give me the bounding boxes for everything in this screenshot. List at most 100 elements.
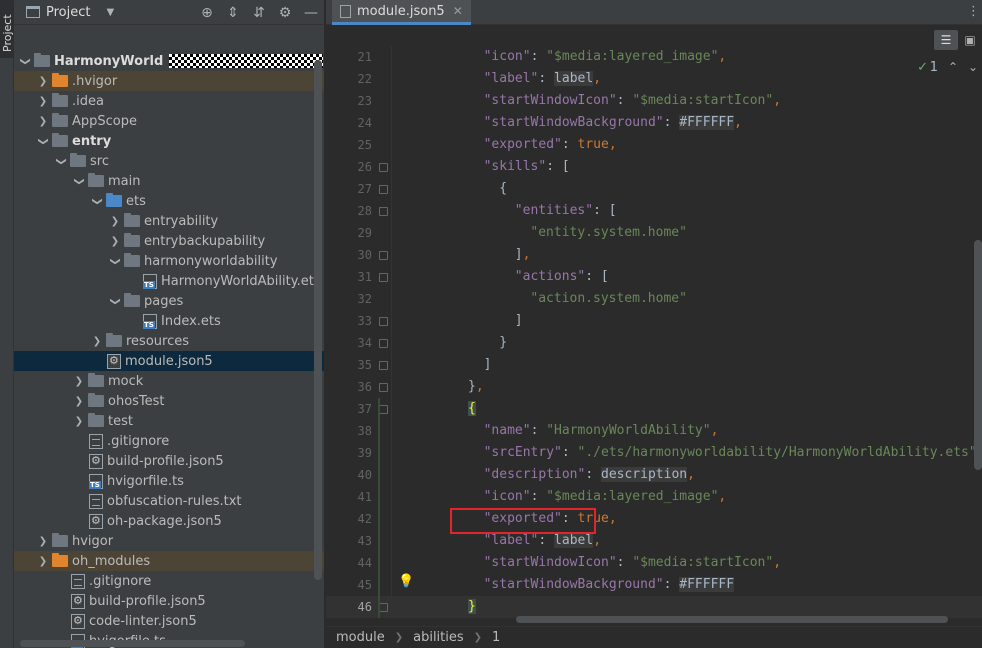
chevron-right-icon[interactable]: ❯ bbox=[36, 76, 50, 87]
chevron-down-icon[interactable]: ❯ bbox=[20, 54, 31, 68]
chevron-down-icon[interactable]: ❯ bbox=[92, 194, 103, 208]
code-line[interactable]: 34} bbox=[326, 332, 982, 354]
chevron-right-icon[interactable]: ❯ bbox=[36, 556, 50, 567]
tree-folder-item[interactable]: ❯ hvigor bbox=[14, 531, 324, 551]
project-tool-tab[interactable]: Project bbox=[0, 0, 14, 58]
chevron-right-icon[interactable]: ❯ bbox=[108, 236, 122, 247]
expand-all-icon[interactable]: ⇕ bbox=[220, 1, 246, 25]
code-line[interactable]: 39 "srcEntry": "./ets/harmonyworldability… bbox=[326, 442, 982, 464]
code-line[interactable]: 36}, bbox=[326, 376, 982, 398]
tree-folder-item[interactable]: ❯ HarmonyWorld bbox=[14, 51, 324, 71]
fold-marker-icon[interactable] bbox=[379, 251, 388, 260]
fold-marker-icon[interactable] bbox=[379, 383, 388, 392]
fold-marker-icon[interactable] bbox=[379, 405, 388, 414]
tree-folder-item[interactable]: ❯ pages bbox=[14, 291, 324, 311]
tree-folder-item[interactable]: ❯ oh_modules bbox=[14, 551, 324, 571]
chevron-right-icon[interactable]: ❯ bbox=[36, 536, 50, 547]
editor-vertical-scrollbar[interactable] bbox=[974, 240, 982, 470]
code-line[interactable]: 29 "entity.system.home" bbox=[326, 222, 982, 244]
chevron-up-icon[interactable]: ⌃ bbox=[948, 60, 958, 74]
code-line[interactable]: 24 "startWindowBackground": #FFFFFF, bbox=[326, 112, 982, 134]
tree-folder-item[interactable]: ❯ main bbox=[14, 171, 324, 191]
fold-marker-icon[interactable] bbox=[379, 339, 388, 348]
chevron-right-icon[interactable]: ❯ bbox=[72, 396, 86, 407]
code-line[interactable]: 22 "label": label, bbox=[326, 68, 982, 90]
tree-folder-item[interactable]: ❯ .hvigor bbox=[14, 71, 324, 91]
code-line[interactable]: 33] bbox=[326, 310, 982, 332]
collapse-all-icon[interactable]: ⇵ bbox=[246, 1, 272, 25]
chevron-right-icon[interactable]: ❯ bbox=[72, 376, 86, 387]
chevron-right-icon[interactable]: ❯ bbox=[72, 416, 86, 427]
breadcrumb-item[interactable]: 1 bbox=[492, 630, 500, 645]
chevron-down-icon[interactable]: ❯ bbox=[110, 254, 121, 268]
code-line[interactable]: 32 "action.system.home" bbox=[326, 288, 982, 310]
project-vertical-scrollbar[interactable] bbox=[314, 60, 322, 580]
more-vertical-icon[interactable]: ⋮ bbox=[967, 4, 980, 19]
tree-file-item[interactable]: Index.ets bbox=[14, 311, 324, 331]
tree-file-item[interactable]: .gitignore bbox=[14, 431, 324, 451]
code-line[interactable]: 30], bbox=[326, 244, 982, 266]
tree-file-item[interactable]: oh-package.json5 bbox=[14, 511, 324, 531]
inspection-count[interactable]: 1 bbox=[930, 60, 938, 75]
fold-marker-icon[interactable] bbox=[379, 317, 388, 326]
tree-file-item[interactable]: .gitignore bbox=[14, 571, 324, 591]
tree-folder-item[interactable]: ❯ mock bbox=[14, 371, 324, 391]
tree-file-item[interactable]: module.json5 bbox=[14, 351, 324, 371]
fold-marker-icon[interactable] bbox=[379, 273, 388, 282]
fold-marker-icon[interactable] bbox=[379, 603, 388, 612]
tree-file-item[interactable]: build-profile.json5 bbox=[14, 591, 324, 611]
tree-file-item[interactable]: hvigorfile.ts bbox=[14, 471, 324, 491]
tree-folder-item[interactable]: ❯ AppScope bbox=[14, 111, 324, 131]
tree-folder-item[interactable]: ❯ test bbox=[14, 411, 324, 431]
minimize-icon[interactable]: — bbox=[298, 1, 324, 25]
locate-icon[interactable]: ⊕ bbox=[194, 1, 220, 25]
tree-folder-item[interactable]: ❯ .idea bbox=[14, 91, 324, 111]
code-line[interactable]: 42 "exported": true, bbox=[326, 508, 982, 530]
code-line[interactable]: 40 "description": description, bbox=[326, 464, 982, 486]
code-line[interactable]: 45 "startWindowBackground": #FFFFFF bbox=[326, 574, 982, 596]
lightbulb-icon[interactable]: 💡 bbox=[398, 574, 414, 589]
tree-folder-item[interactable]: ❯ harmonyworldability bbox=[14, 251, 324, 271]
gear-icon[interactable]: ⚙ bbox=[272, 1, 298, 25]
fold-marker-icon[interactable] bbox=[379, 207, 388, 216]
tree-folder-item[interactable]: ❯ resources bbox=[14, 331, 324, 351]
code-line[interactable]: 27 { bbox=[326, 178, 982, 200]
close-icon[interactable]: ✕ bbox=[453, 4, 463, 18]
code-area[interactable]: 21 "icon": "$media:layered_image", 22 "labe… bbox=[326, 46, 982, 626]
chevron-right-icon[interactable]: ❯ bbox=[90, 336, 104, 347]
code-line[interactable]: 46} bbox=[326, 596, 982, 618]
tree-folder-item[interactable]: ❯ ets bbox=[14, 191, 324, 211]
chevron-right-icon[interactable]: ❯ bbox=[108, 216, 122, 227]
tree-folder-item[interactable]: ❯ entryability bbox=[14, 211, 324, 231]
editor-horizontal-scrollbar[interactable] bbox=[516, 616, 948, 623]
code-line[interactable]: 21 "icon": "$media:layered_image", bbox=[326, 46, 982, 68]
tree-file-item[interactable]: obfuscation-rules.txt bbox=[14, 491, 324, 511]
project-panel-title[interactable]: Project bbox=[46, 5, 90, 20]
breadcrumb-item[interactable]: module bbox=[336, 630, 385, 645]
code-line[interactable]: 41 "icon": "$media:layered_image", bbox=[326, 486, 982, 508]
chevron-down-icon[interactable]: ⌄ bbox=[968, 60, 978, 74]
tree-file-item[interactable]: code-linter.json5 bbox=[14, 611, 324, 631]
project-horizontal-scrollbar[interactable] bbox=[20, 640, 245, 647]
code-line[interactable]: 28 "entities": [ bbox=[326, 200, 982, 222]
tree-folder-item[interactable]: ❯ src bbox=[14, 151, 324, 171]
editor-tab-module-json5[interactable]: module.json5 ✕ bbox=[332, 0, 471, 25]
chevron-right-icon[interactable]: ❯ bbox=[36, 96, 50, 107]
code-line[interactable]: 38 "name": "HarmonyWorldAbility", bbox=[326, 420, 982, 442]
tree-folder-item[interactable]: ❯ entry bbox=[14, 131, 324, 151]
chevron-down-icon[interactable]: ▼ bbox=[106, 7, 114, 18]
checkmark-icon[interactable]: ✓ bbox=[917, 60, 928, 75]
code-line[interactable]: 25 "exported": true, bbox=[326, 134, 982, 156]
tree-folder-item[interactable]: ❯ entrybackupability bbox=[14, 231, 324, 251]
chevron-down-icon[interactable]: ❯ bbox=[38, 134, 49, 148]
fold-marker-icon[interactable] bbox=[379, 361, 388, 370]
chevron-down-icon[interactable]: ❯ bbox=[56, 154, 67, 168]
breadcrumb-item[interactable]: abilities bbox=[413, 630, 464, 645]
fold-marker-icon[interactable] bbox=[379, 163, 388, 172]
code-line[interactable]: 44 "startWindowIcon": "$media:startIcon", bbox=[326, 552, 982, 574]
chevron-down-icon[interactable]: ❯ bbox=[110, 294, 121, 308]
code-line[interactable]: 35] bbox=[326, 354, 982, 376]
code-line[interactable]: 23 "startWindowIcon": "$media:startIcon", bbox=[326, 90, 982, 112]
code-line[interactable]: 26 "skills": [ bbox=[326, 156, 982, 178]
chevron-down-icon[interactable]: ❯ bbox=[74, 174, 85, 188]
